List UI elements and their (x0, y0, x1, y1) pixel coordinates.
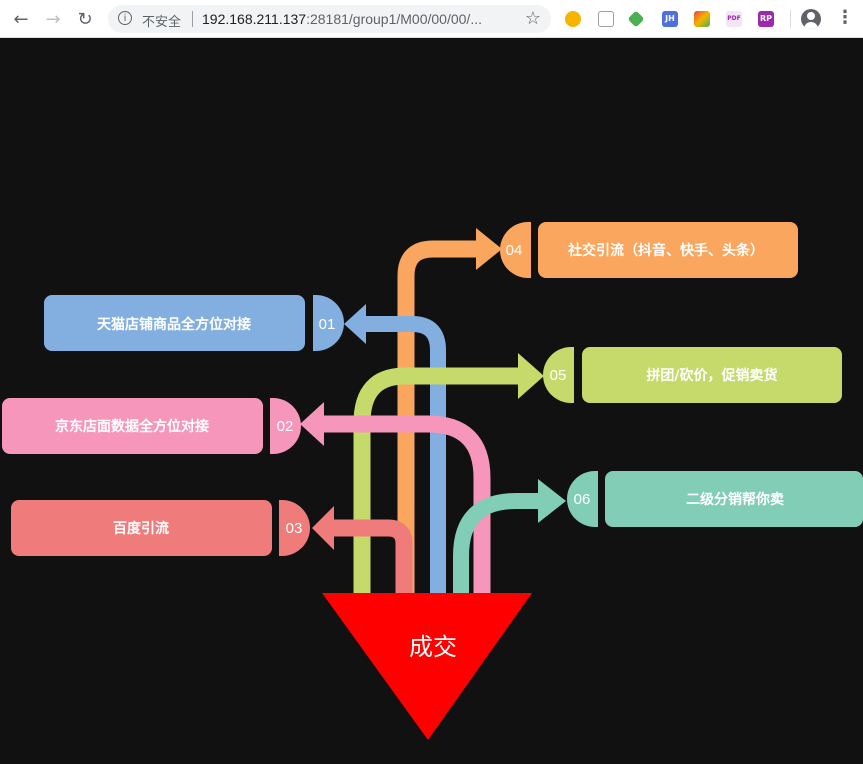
flow-arrowhead-01 (344, 304, 366, 344)
arrow-right-icon[interactable]: → (42, 8, 64, 30)
url-host: 192.168.211.137 (202, 11, 307, 27)
channel-item-01: 天猫店铺商品全方位对接 01 (44, 295, 344, 351)
channel-item-04: 04 社交引流（抖音、快手、头条） (500, 222, 798, 278)
flow-arrowhead-05 (518, 353, 544, 399)
address-bar[interactable]: i 不安全 192.168.211.137:28181/group1/M00/0… (108, 5, 551, 33)
extension-search-icon[interactable] (598, 11, 614, 27)
channel-item-02: 京东店面数据全方位对接 02 (2, 398, 301, 454)
toolbar-separator (790, 10, 791, 28)
conversion-label: 成交 (409, 633, 457, 661)
conversion-funnel (322, 593, 532, 740)
channel-number-03: 03 (286, 520, 303, 537)
info-icon[interactable]: i (118, 11, 132, 25)
url-text[interactable]: 192.168.211.137:28181/group1/M00/00/00/.… (202, 11, 482, 27)
channel-text-04: 社交引流（抖音、快手、头条） (567, 242, 764, 259)
flow-arrowhead-02 (300, 402, 324, 446)
channel-number-06: 06 (574, 491, 591, 508)
channel-text-01: 天猫店铺商品全方位对接 (97, 316, 251, 333)
extension-chrome-icon[interactable] (627, 10, 645, 28)
channel-text-03: 百度引流 (113, 520, 169, 537)
address-divider (192, 11, 193, 27)
channel-number-04: 04 (506, 242, 523, 259)
url-path: :28181/group1/M00/00/00/... (306, 11, 482, 27)
extension-pdf-icon[interactable]: PDF (726, 11, 742, 27)
extension-rp-icon[interactable]: RP (758, 11, 774, 27)
arrow-left-icon[interactable]: ← (10, 8, 32, 30)
sales-funnel-diagram: 成交 天猫店铺商品全方位对接 01 京东店面数据全方位对接 02 百度引流 03… (2, 222, 863, 740)
channel-text-05: 拼团/砍价，促销卖货 (646, 367, 777, 384)
channel-number-02: 02 (277, 418, 294, 435)
channel-text-02: 京东店面数据全方位对接 (55, 418, 209, 435)
channel-item-03: 百度引流 03 (11, 500, 310, 556)
extension-fire-icon[interactable] (565, 11, 581, 27)
extension-jh-icon[interactable]: JH (662, 11, 678, 27)
flow-arrowhead-04 (476, 228, 502, 270)
star-icon[interactable]: ☆ (525, 8, 541, 29)
channel-number-01: 01 (319, 316, 336, 333)
channel-number-05: 05 (550, 367, 567, 384)
flow-arrowhead-06 (538, 479, 566, 523)
reload-icon[interactable]: ↻ (74, 8, 96, 30)
security-label[interactable]: 不安全 (142, 11, 181, 30)
channel-item-06: 06 二级分销帮你卖 (567, 471, 863, 527)
menu-dots-icon[interactable]: ⋮ (836, 7, 854, 29)
flow-arrow-06 (453, 493, 540, 598)
extension-colorful-icon[interactable] (694, 11, 710, 27)
browser-toolbar: ← → ↻ i 不安全 192.168.211.137:28181/group1… (0, 0, 863, 38)
flow-arrowhead-03 (312, 506, 334, 550)
channel-item-05: 05 拼团/砍价，促销卖货 (543, 347, 842, 403)
profile-avatar-icon[interactable] (801, 9, 821, 29)
channel-text-06: 二级分销帮你卖 (686, 491, 784, 508)
